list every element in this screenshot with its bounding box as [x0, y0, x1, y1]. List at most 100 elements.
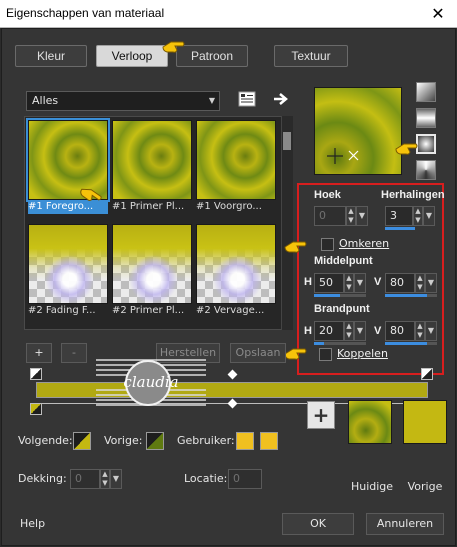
gradient-item[interactable]: #1 Voorgro...	[196, 120, 276, 212]
hoek-dropdown[interactable]: ▼	[356, 206, 368, 226]
huidige-gradient-swatch[interactable]	[348, 400, 392, 444]
hoek-input[interactable]: 0	[314, 206, 346, 226]
gradient-item[interactable]: #2 Primer Pl...	[112, 224, 192, 316]
linear-style-button[interactable]	[416, 82, 436, 102]
middelpunt-h-stepper[interactable]: ▲ ▼	[344, 273, 354, 293]
svg-text:claudia: claudia	[123, 373, 178, 391]
gebruiker-label: Gebruiker:	[177, 434, 235, 447]
koppelen-checkbox[interactable]	[319, 348, 332, 361]
volgende-color-swatch[interactable]	[73, 432, 91, 450]
middelpunt-h-label: H	[304, 276, 312, 288]
dekking-label: Dekking:	[18, 472, 67, 485]
middelpunt-v-label: V	[374, 276, 382, 288]
brandpunt-label: Brandpunt	[314, 303, 370, 315]
close-button[interactable]: ✕	[425, 4, 451, 24]
user-color-swatch-1[interactable]	[236, 432, 254, 450]
save-button[interactable]: Opslaan	[230, 343, 286, 363]
vorige-label: Vorige:	[104, 434, 143, 447]
middelpunt-h-input[interactable]: 50	[314, 273, 344, 293]
gradient-editor-bar[interactable]	[36, 382, 428, 398]
brandpunt-h-stepper[interactable]: ▲ ▼	[344, 321, 354, 341]
start-opacity-marker[interactable]	[30, 403, 42, 415]
chevron-down-icon: ▼	[208, 96, 215, 105]
vorige-color-swatch[interactable]	[146, 432, 164, 450]
middelpunt-v-dropdown[interactable]: ▼	[425, 273, 437, 293]
brandpunt-h-label: H	[304, 325, 312, 337]
koppelen-label: Koppelen	[337, 347, 388, 360]
brandpunt-h-input[interactable]: 20	[314, 321, 344, 341]
tab-textuur[interactable]: Textuur	[274, 45, 348, 67]
middelpunt-v-stepper[interactable]: ▲ ▼	[415, 273, 425, 293]
volgende-label: Volgende:	[18, 434, 73, 447]
gradient-preview[interactable]	[314, 87, 402, 175]
start-color-marker[interactable]	[30, 368, 42, 380]
dekking-input[interactable]: 0	[70, 469, 100, 489]
list-view-icon[interactable]	[238, 91, 256, 107]
category-select[interactable]: Alles ▼	[26, 91, 220, 111]
sunburst-style-button[interactable]	[416, 160, 436, 180]
radial-style-button[interactable]	[416, 134, 436, 154]
window-title: Eigenschappen van materiaal	[6, 6, 165, 20]
herhalingen-dropdown[interactable]: ▼	[423, 206, 435, 226]
title-bar: Eigenschappen van materiaal ✕	[0, 0, 457, 28]
brandpunt-h-dropdown[interactable]: ▼	[354, 321, 366, 341]
user-color-swatch-2[interactable]	[260, 432, 278, 450]
herhalingen-stepper[interactable]: ▲ ▼	[413, 206, 423, 226]
help-link[interactable]: Help	[20, 517, 45, 530]
omkeren-label: Omkeren	[339, 237, 390, 250]
huidige-label: Huidige	[350, 480, 394, 493]
ok-button[interactable]: OK	[282, 513, 354, 535]
gradient-thumbnail	[196, 120, 276, 200]
gradient-thumbnail	[28, 224, 108, 304]
brandpunt-h-slider[interactable]	[314, 342, 325, 345]
gradient-label: #2 Fading F...	[28, 305, 96, 316]
gradient-item[interactable]: #1 Primer Pl...	[112, 120, 192, 212]
brandpunt-v-label: V	[374, 325, 382, 337]
gradient-label: #2 Vervage...	[196, 305, 265, 316]
locatie-label: Locatie:	[184, 472, 228, 485]
watermark-logo: claudia	[96, 354, 206, 412]
middelpunt-v-slider[interactable]	[385, 294, 427, 297]
middelpunt-label: Middelpunt	[314, 255, 373, 267]
omkeren-checkbox[interactable]	[321, 238, 334, 251]
middelpunt-h-slider[interactable]	[314, 294, 340, 297]
herhalingen-label: Herhalingen	[381, 189, 445, 201]
middelpunt-h-dropdown[interactable]: ▼	[354, 273, 366, 293]
add-marker-button[interactable]: +	[26, 343, 52, 363]
remove-marker-button[interactable]: -	[61, 343, 87, 363]
dekking-dropdown[interactable]: ▼	[110, 469, 122, 489]
tab-patroon[interactable]: Patroon	[176, 45, 248, 67]
gradient-thumbnail	[196, 224, 276, 304]
vorige-gradient-swatch[interactable]	[403, 400, 447, 444]
add-to-swatches-button[interactable]: +	[307, 401, 335, 429]
hand-pointer-icon	[284, 348, 307, 360]
herhalingen-input[interactable]: 3	[385, 206, 413, 226]
dekking-stepper[interactable]: ▲ ▼	[100, 469, 110, 489]
category-select-value: Alles	[32, 94, 59, 107]
gradient-item[interactable]: #2 Fading F...	[28, 224, 108, 316]
hoek-label: Hoek	[314, 189, 341, 201]
tab-kleur[interactable]: Kleur	[15, 45, 87, 67]
gradient-label: #1 Voorgro...	[196, 201, 262, 212]
gradient-library: #1 Foregro... #1 Primer Pl... #1 Voorgro…	[24, 116, 282, 330]
locatie-input[interactable]: 0	[228, 469, 262, 489]
crosshair-icon	[327, 148, 359, 164]
middelpunt-v-input[interactable]: 80	[385, 273, 415, 293]
cancel-button[interactable]: Annuleren	[366, 513, 444, 535]
brandpunt-v-dropdown[interactable]: ▼	[425, 321, 437, 341]
gradient-item[interactable]: #2 Vervage...	[196, 224, 276, 316]
tab-verloop[interactable]: Verloop	[96, 45, 168, 67]
brandpunt-v-stepper[interactable]: ▲ ▼	[415, 321, 425, 341]
scrollbar-thumb[interactable]	[283, 132, 291, 150]
vorige-swatch-label: Vorige	[407, 480, 443, 493]
gradient-thumbnail	[112, 120, 192, 200]
end-color-marker[interactable]	[421, 368, 433, 380]
herhalingen-slider[interactable]	[385, 227, 415, 230]
arrow-right-icon[interactable]	[272, 91, 290, 107]
brandpunt-v-slider[interactable]	[385, 342, 427, 345]
hoek-stepper[interactable]: ▲ ▼	[346, 206, 356, 226]
hand-pointer-icon	[162, 41, 185, 53]
brandpunt-v-input[interactable]: 80	[385, 321, 415, 341]
rectangular-style-button[interactable]	[416, 108, 436, 128]
hand-pointer-icon	[395, 143, 418, 155]
